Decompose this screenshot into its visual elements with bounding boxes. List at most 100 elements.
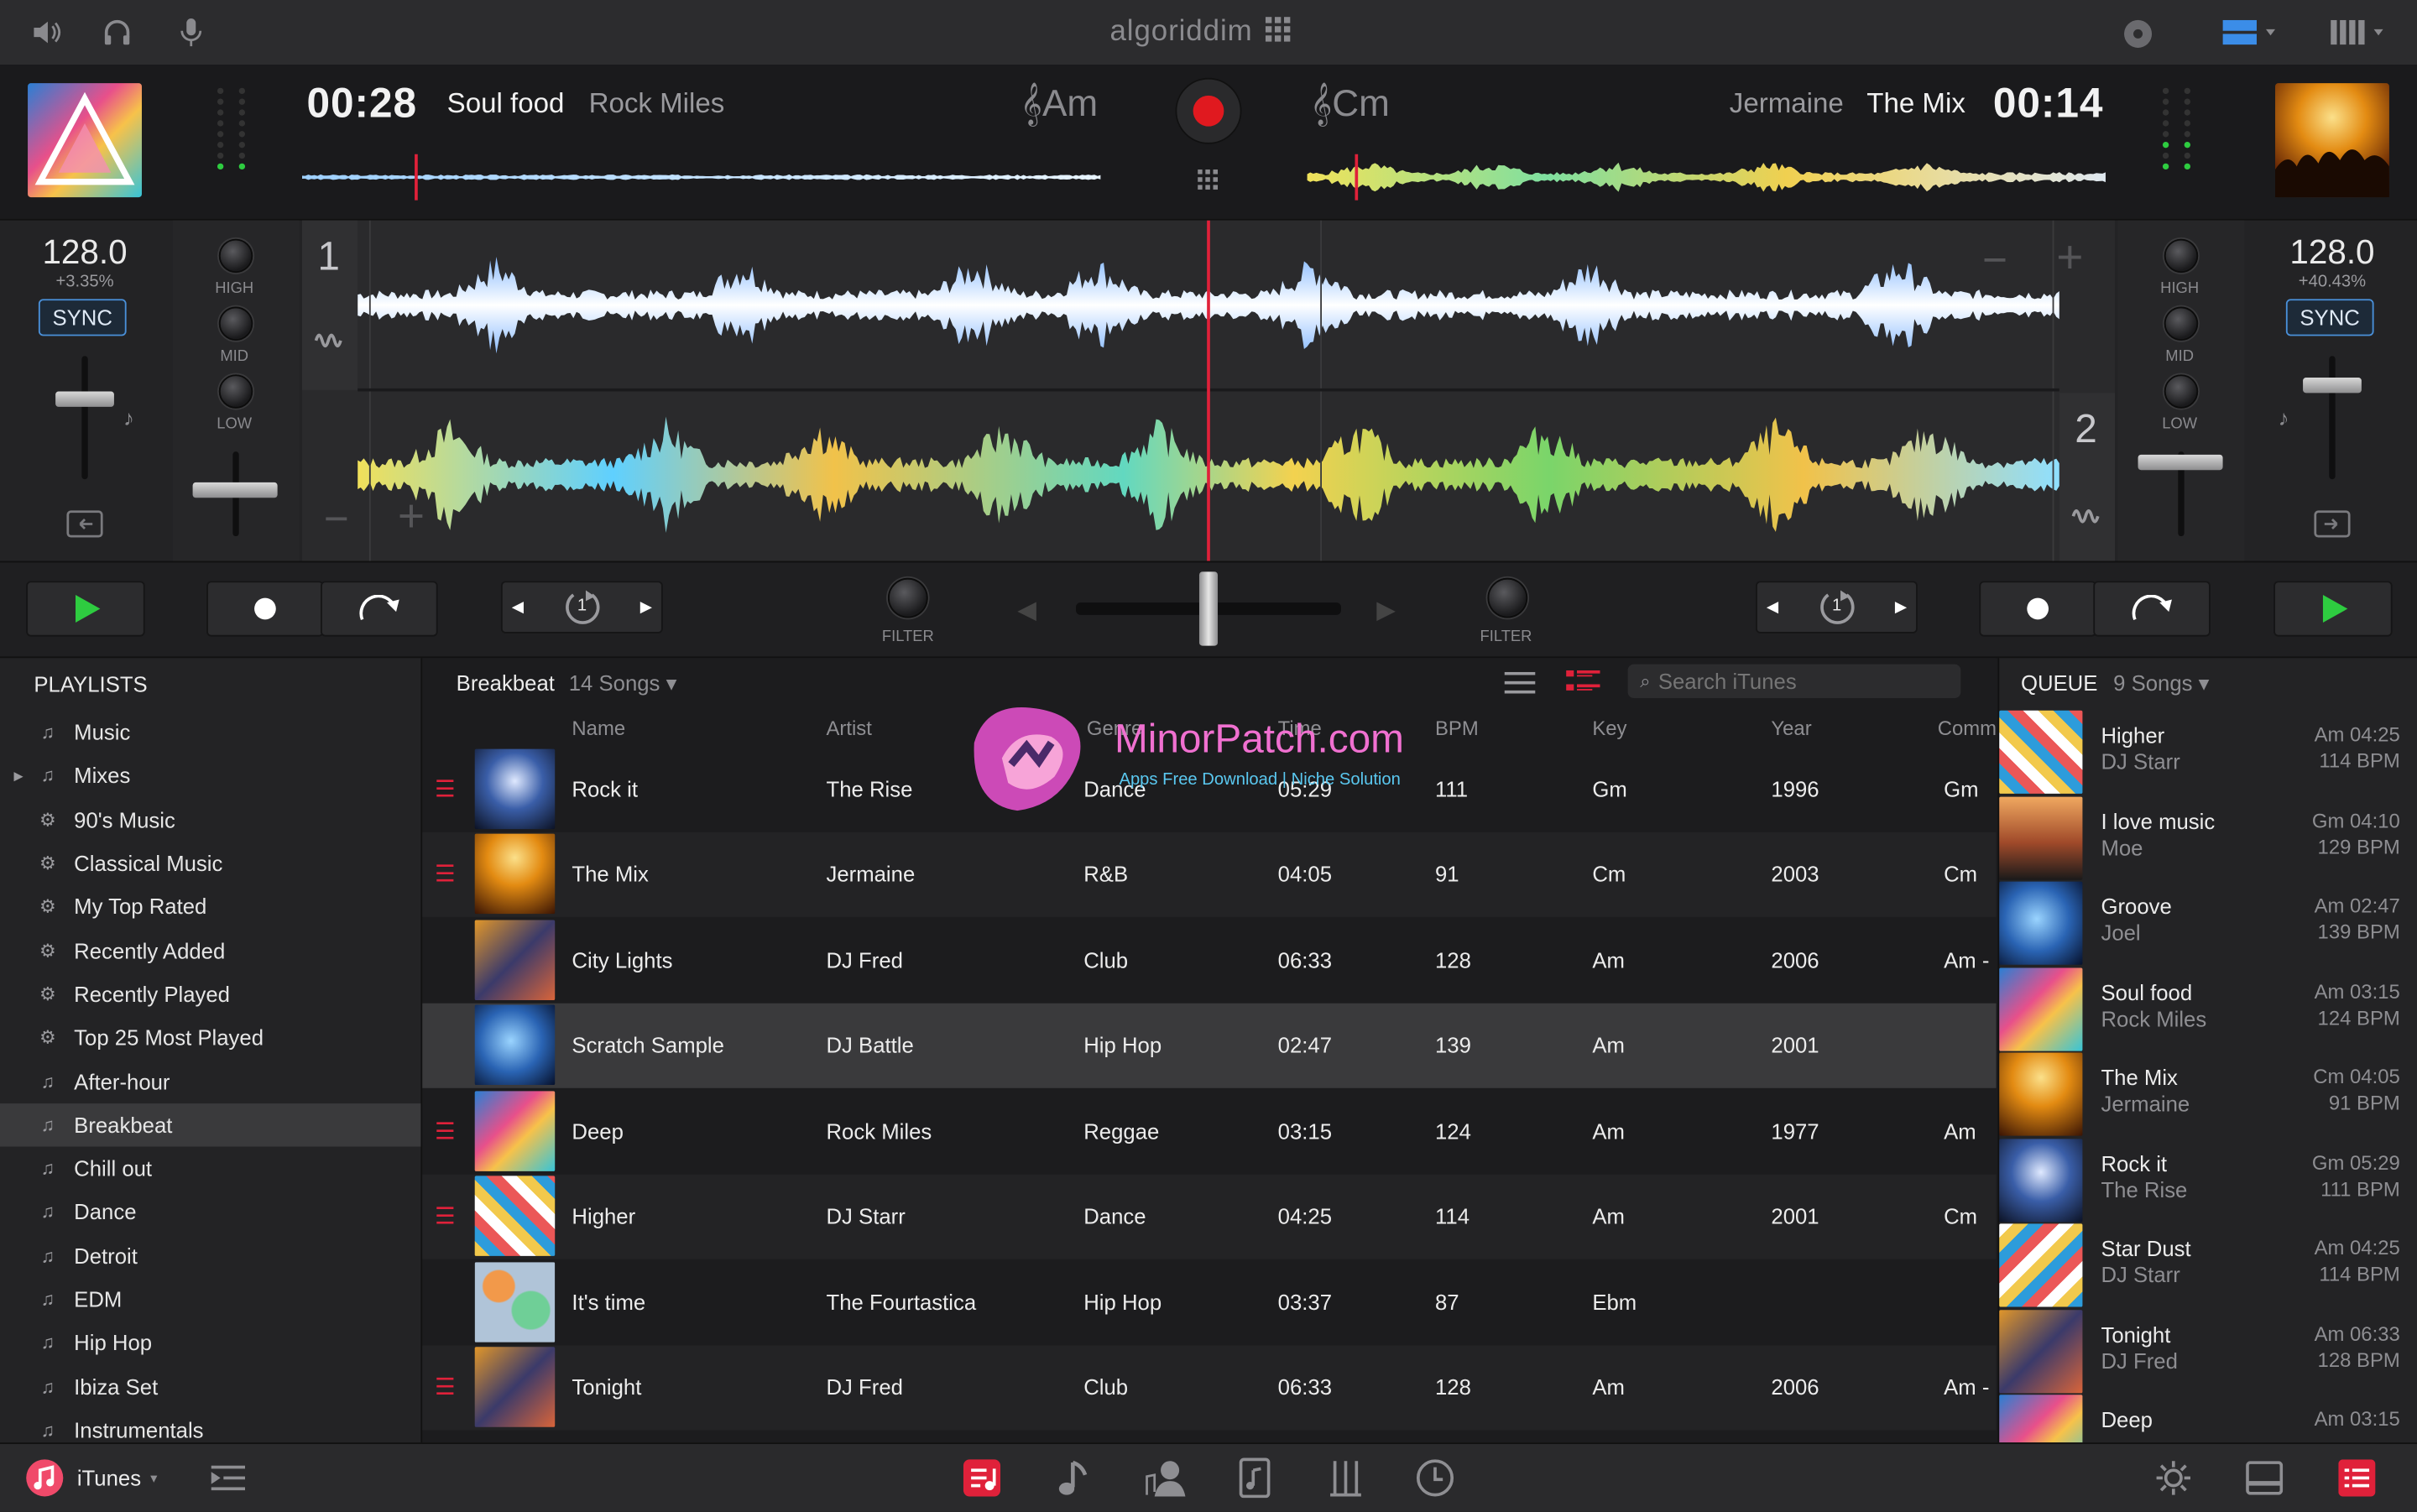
list-icon[interactable]	[2338, 1459, 2376, 1497]
deck-right-pitch-fader[interactable]	[2303, 377, 2362, 394]
queue-item[interactable]: I love music Moe Gm 04:10 129 BPM	[1999, 793, 2417, 879]
deck-left-overview-waveform[interactable]	[301, 154, 1101, 201]
table-row[interactable]: Scratch Sample DJ Battle Hip Hop 02:47 139 Am…	[422, 1002, 1997, 1088]
search-field[interactable]: ⌕	[1627, 664, 1961, 699]
crossfader-left-arrow-icon[interactable]: ◀	[1017, 595, 1036, 626]
deck-2-zoom-out-icon[interactable]: −	[324, 495, 349, 545]
playlist-item[interactable]: ♫ Hip Hop	[0, 1321, 420, 1364]
deck-left-cover[interactable]	[28, 83, 142, 198]
playlist-item[interactable]: ⚙ My Top Rated	[0, 885, 420, 929]
deck-right-overview-waveform[interactable]	[1307, 154, 2106, 201]
deck-right-filter-knob[interactable]	[1487, 577, 1528, 618]
artist-icon[interactable]	[1144, 1458, 1187, 1499]
deck-left-pitch-fader[interactable]	[55, 391, 114, 407]
queue-item[interactable]: Tonight DJ Fred Am 06:33 128 BPM	[1999, 1306, 2417, 1393]
deck-left-filter-knob[interactable]	[887, 577, 928, 618]
deck-left-volume-fader[interactable]	[192, 482, 278, 498]
loop-icon[interactable]: 1	[559, 587, 605, 628]
layout-icon[interactable]	[2222, 19, 2276, 45]
queue-item[interactable]: Rock it The Rise Gm 05:29 111 BPM	[1999, 1135, 2417, 1222]
queue-list-icon[interactable]: ☰	[435, 1202, 456, 1230]
col-artist[interactable]: Artist	[826, 717, 871, 740]
history-icon[interactable]	[1415, 1458, 1455, 1499]
queue-list-icon[interactable]: ☰	[435, 1117, 456, 1144]
queue-list-icon[interactable]: ☰	[435, 860, 456, 888]
deck-left-cue-button[interactable]	[206, 581, 324, 637]
playlist-item[interactable]: ♫ Breakbeat	[0, 1103, 421, 1147]
album-icon[interactable]	[1236, 1457, 1271, 1499]
deck-right-eq-high-knob[interactable]	[2164, 238, 2199, 274]
deck-left-eq-mid-knob[interactable]	[218, 306, 253, 341]
deck-right-eq-mid-knob[interactable]	[2164, 306, 2199, 341]
music-library-icon[interactable]	[962, 1458, 1002, 1499]
table-row[interactable]: ☰ Tonight DJ Fred Club 06:33 128 Am 2006 Am -	[422, 1344, 1997, 1431]
deck-1-waveform-mode-icon[interactable]	[314, 328, 346, 352]
playlist-item[interactable]: ♫ Music	[0, 711, 420, 754]
deck-left-sync-button[interactable]: SYNC	[38, 299, 127, 336]
deck-left-load-icon[interactable]	[66, 510, 103, 538]
playlist-item[interactable]: ♫ Detroit	[0, 1233, 420, 1277]
col-comment[interactable]: Comm	[1938, 717, 1997, 740]
playlist-item[interactable]: ⚙ Classical Music	[0, 842, 420, 885]
queue-list-icon[interactable]: ☰	[435, 774, 456, 802]
playlist-item[interactable]: ♫ Chill out	[0, 1146, 420, 1190]
queue-item[interactable]: Soul food Rock Miles Am 03:15 124 BPM	[1999, 964, 2417, 1051]
instruments-icon[interactable]	[1326, 1458, 1366, 1499]
loop-decrease-icon[interactable]: ◀	[512, 599, 524, 616]
queue-item[interactable]: The Mix Jermaine Cm 04:05 91 BPM	[1999, 1050, 2417, 1136]
crossfader-handle[interactable]	[1198, 571, 1219, 646]
deck-left-skip-button[interactable]	[321, 581, 438, 637]
disclosure-triangle-icon[interactable]: ▶	[14, 769, 23, 783]
playlist-item[interactable]: ⚙ 90's Music	[0, 798, 420, 842]
playlist-item[interactable]: ♫ EDM	[0, 1277, 420, 1321]
deck-right-sync-button[interactable]: SYNC	[2285, 299, 2374, 336]
col-name[interactable]: Name	[572, 717, 625, 740]
playlist-item[interactable]: ⚙ Recently Added	[0, 929, 420, 972]
deck-right-volume-fader[interactable]	[2138, 454, 2223, 471]
playlist-item[interactable]: ⚙ Recently Played	[0, 972, 420, 1016]
video-icon[interactable]	[2246, 1461, 2284, 1495]
col-year[interactable]: Year	[1771, 717, 1811, 740]
microphone-icon[interactable]	[179, 17, 203, 48]
source-selector[interactable]: iTunes ▾	[24, 1458, 157, 1499]
deck-2-waveform-mode-icon[interactable]	[2071, 504, 2103, 529]
queue-item[interactable]: Groove Joel Am 02:47 139 BPM	[1999, 879, 2417, 965]
track-count[interactable]: 14 Songs ▾	[569, 670, 677, 696]
deck-1-zoom-in-icon[interactable]: +	[2056, 232, 2083, 284]
crossfader-right-arrow-icon[interactable]: ▶	[1376, 595, 1396, 626]
table-row[interactable]: City Lights DJ Fred Club 06:33 128 Am 2006 Am -	[422, 917, 1996, 1003]
loop-increase-icon[interactable]: ▶	[1895, 599, 1907, 616]
loop-icon[interactable]: 1	[1814, 587, 1860, 628]
record-button[interactable]	[1175, 77, 1243, 145]
deck-left-eq-high-knob[interactable]	[218, 238, 253, 274]
deck-left-play-button[interactable]	[26, 581, 145, 637]
speaker-icon[interactable]	[31, 18, 62, 46]
playlist-item[interactable]: ♫ Ibiza Set	[0, 1364, 420, 1408]
queue-list-icon[interactable]: ☰	[435, 1374, 456, 1401]
table-row[interactable]: It's time The Fourtastica Hip Hop 03:37 87 Eb…	[422, 1259, 1996, 1345]
loop-increase-icon[interactable]: ▶	[640, 599, 652, 616]
col-key[interactable]: Key	[1592, 717, 1626, 740]
playlist-item[interactable]: ▶ ♫ Mixes	[0, 754, 420, 798]
playlist-item[interactable]: ♫ After-hour	[0, 1060, 420, 1103]
waveform-display[interactable]: 1 2 − + − +	[301, 220, 2115, 563]
queue-item[interactable]: Star Dust DJ Starr Am 04:25 114 BPM	[1999, 1221, 2417, 1307]
deck-right-eq-low-knob[interactable]	[2164, 374, 2199, 409]
detail-view-icon[interactable]	[1566, 670, 1600, 695]
table-row[interactable]: ☰ Higher DJ Starr Dance 04:25 114 Am 2001 Cm	[422, 1173, 1997, 1259]
loop-decrease-icon[interactable]: ◀	[1767, 599, 1778, 616]
automix-icon[interactable]	[211, 1462, 246, 1494]
playlist-item[interactable]: ♫ Dance	[0, 1190, 420, 1233]
table-row[interactable]: ☰ The Mix Jermaine R&B 04:05 91 Cm 2003 Cm	[422, 831, 1997, 917]
playlist-item[interactable]: ⚙ Top 25 Most Played	[0, 1016, 420, 1060]
queue-item[interactable]: Higher DJ Starr Am 04:25 114 BPM	[1999, 707, 2417, 794]
deck-right-cue-button[interactable]	[1979, 581, 2096, 637]
headphones-icon[interactable]	[102, 18, 133, 46]
queue-count[interactable]: 9 Songs ▾	[2113, 670, 2209, 696]
columns-icon[interactable]	[2331, 19, 2386, 45]
note-icon[interactable]	[1057, 1458, 1088, 1499]
pads-grid-icon[interactable]	[1198, 169, 1219, 191]
table-row[interactable]: ☰ Deep Rock Miles Reggae 03:15 124 Am 1977 Am	[422, 1088, 1996, 1174]
deck-left-eq-low-knob[interactable]	[218, 374, 253, 409]
deck-right-cover[interactable]	[2275, 83, 2389, 198]
